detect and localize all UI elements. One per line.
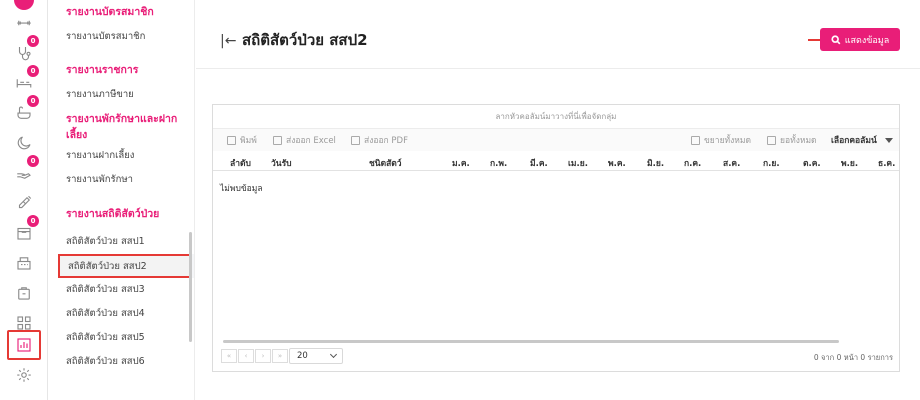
print-button[interactable]: พิมพ์ [227, 133, 257, 147]
collapse-all-button[interactable]: ยอทั้งหมด [767, 133, 817, 147]
column-header[interactable]: ต.ค. [803, 156, 821, 170]
column-header[interactable]: ชนิดสัตว์ [369, 156, 402, 170]
menu-item-hospital-report[interactable]: รายงานพักรักษา [66, 173, 133, 187]
prev-page-button[interactable]: ‹ [238, 349, 254, 363]
badge: 0 [27, 155, 39, 167]
header-divider [196, 68, 920, 69]
bath-icon[interactable]: 0 [10, 95, 39, 126]
collapse-left-icon[interactable]: |← [220, 33, 236, 49]
chevron-down-icon [329, 350, 338, 359]
choose-columns-button[interactable]: เลือกคอลัมน์ [831, 133, 893, 147]
first-page-button[interactable]: « [221, 349, 237, 363]
menu-item-boarding-report[interactable]: รายงานฝากเลี้ยง [66, 149, 134, 163]
moon-icon[interactable] [10, 130, 38, 156]
badge: 0 [27, 35, 39, 47]
menu-item-stats-5[interactable]: สถิติสัตว์ป่วย สสป5 [66, 331, 145, 345]
column-header[interactable]: ธ.ค. [878, 156, 895, 170]
column-header[interactable]: พ.ย. [841, 156, 858, 170]
box-icon[interactable]: 0 [10, 215, 39, 246]
column-header[interactable]: ลำดับ [230, 156, 251, 170]
show-data-label: แสดงข้อมูล [844, 35, 890, 46]
expand-all-button[interactable]: ขยายทั้งหมด [691, 133, 751, 147]
hand-icon[interactable]: 0 [10, 155, 39, 186]
column-header[interactable]: ก.ค. [684, 156, 701, 170]
top-avatar-dot [14, 0, 34, 10]
menu-item-stats-1[interactable]: สถิติสัตว์ป่วย สสป1 [66, 235, 145, 249]
badge: 0 [27, 95, 39, 107]
export-pdf-button[interactable]: ส่งออก PDF [351, 133, 408, 147]
page-size-value: 20 [297, 351, 308, 361]
excel-icon [273, 135, 282, 145]
column-header[interactable]: ก.พ. [490, 156, 507, 170]
grid-toolbar: พิมพ์ ส่งออก Excel ส่งออก PDF ขยายทั้งหม… [213, 129, 899, 151]
menu-item-stats-6[interactable]: สถิติสัตว์ป่วย สสป6 [66, 355, 145, 369]
show-data-button[interactable]: แสดงข้อมูล [820, 28, 900, 51]
syringe-icon[interactable] [10, 190, 38, 216]
column-header[interactable]: ส.ค. [723, 156, 740, 170]
next-page-button[interactable]: › [255, 349, 271, 363]
stethoscope-icon[interactable]: 0 [10, 35, 39, 66]
badge: 0 [27, 65, 39, 77]
expand-icon [691, 135, 700, 145]
print-label: พิมพ์ [240, 136, 257, 146]
column-header[interactable]: พ.ค. [608, 156, 626, 170]
gear-icon[interactable] [10, 362, 38, 388]
export-excel-label: ส่งออก Excel [286, 136, 336, 146]
page-info: 0 จาก 0 หน้า 0 รายการ [813, 353, 893, 362]
main-content: |← สถิติสัตว์ป่วย สสป2 แสดงข้อมูล ลากหัว… [196, 0, 920, 400]
search-icon [831, 34, 841, 44]
column-header[interactable]: มี.ค. [530, 156, 548, 170]
menu-item-membership-report[interactable]: รายงานบัตรสมาชิก [66, 30, 145, 44]
choose-columns-label: เลือกคอลัมน์ [831, 136, 877, 146]
horizontal-scrollbar[interactable] [223, 340, 839, 343]
column-header[interactable]: มิ.ย. [647, 156, 664, 170]
group-panel[interactable]: ลากหัวคอลัมน์มาวางที่นี่เพื่อจัดกลุ่ม [213, 105, 899, 129]
menu-scrollbar[interactable] [189, 232, 192, 342]
column-header[interactable]: เม.ย. [568, 156, 588, 170]
printer-icon [227, 135, 236, 145]
table-header: ลำดับ วันรับ ชนิดสัตว์ ม.ค. ก.พ. มี.ค. เ… [213, 151, 899, 171]
collapse-icon [767, 135, 776, 145]
dumbbell-icon[interactable] [10, 10, 38, 36]
data-grid: ลากหัวคอลัมน์มาวางที่นี่เพื่อจัดกลุ่ม พิ… [212, 104, 900, 372]
menu-item-stats-2[interactable]: สถิติสัตว์ป่วย สสป2 [58, 254, 191, 278]
last-page-button[interactable]: » [272, 349, 288, 363]
cash-register-icon[interactable] [10, 250, 38, 276]
icon-rail: 0 0 0 0 0 [0, 0, 48, 400]
export-excel-button[interactable]: ส่งออก Excel [273, 133, 336, 147]
column-header[interactable]: ก.ย. [763, 156, 780, 170]
export-pdf-label: ส่งออก PDF [364, 136, 408, 146]
report-menu: รายงานบัตรสมาชิก รายงานบัตรสมาชิก รายงาน… [48, 0, 195, 400]
page-title: สถิติสัตว์ป่วย สสป2 [242, 31, 368, 49]
expand-all-label: ขยายทั้งหมด [704, 136, 752, 146]
pdf-icon [351, 135, 360, 145]
menu-heading-government: รายงานราชการ [66, 64, 139, 76]
column-header[interactable]: ม.ค. [452, 156, 470, 170]
collapse-all-label: ยอทั้งหมด [780, 136, 817, 146]
bag-icon[interactable] [10, 280, 38, 306]
caret-down-icon [884, 137, 893, 143]
menu-item-sales-tax-report[interactable]: รายงานภาษีขาย [66, 88, 134, 102]
report-chart-icon[interactable] [7, 330, 41, 360]
bed-icon[interactable]: 0 [10, 65, 39, 96]
pager: « ‹ › » [221, 349, 289, 363]
menu-item-stats-4[interactable]: สถิติสัตว์ป่วย สสป4 [66, 307, 145, 321]
menu-heading-membership: รายงานบัตรสมาชิก [66, 6, 154, 18]
menu-heading-sick-stats: รายงานสถิติสัตว์ป่วย [66, 208, 160, 220]
empty-message: ไม่พบข้อมูล [220, 184, 263, 194]
column-header[interactable]: วันรับ [271, 156, 292, 170]
menu-heading-boarding: รายงานพักรักษาและฝากเลี้ยง [66, 113, 178, 141]
badge: 0 [27, 215, 39, 227]
page-size-select[interactable]: 20 [289, 348, 343, 364]
menu-item-stats-3[interactable]: สถิติสัตว์ป่วย สสป3 [66, 283, 145, 297]
